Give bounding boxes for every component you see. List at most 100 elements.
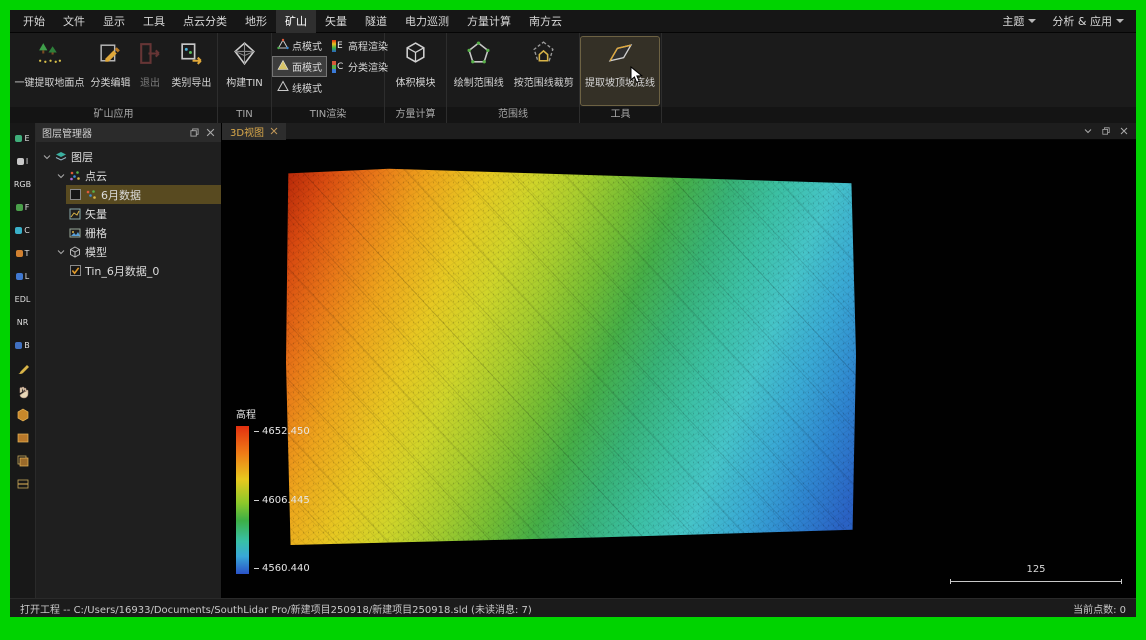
- elevation-legend: 高程 4652.450 4606.445 4560.440: [236, 406, 310, 574]
- ribbon-group-label-mine-apps: 矿山应用: [10, 107, 217, 123]
- chevron-down-icon[interactable]: [1084, 127, 1092, 135]
- menu-item-tunnel[interactable]: 隧道: [356, 10, 396, 33]
- ribbon-group-tools: 提取坡顶坡底线 工具: [580, 33, 662, 123]
- menu-item-tools[interactable]: 工具: [134, 10, 174, 33]
- clip-by-boundary-button[interactable]: 按范围线裁剪: [510, 35, 578, 107]
- menu-item-terrain[interactable]: 地形: [236, 10, 276, 33]
- chevron-down-icon[interactable]: [56, 172, 65, 180]
- menu-item-pointcloud-classify[interactable]: 点云分类: [174, 10, 236, 33]
- strip-item-b[interactable]: B: [10, 335, 35, 356]
- brush-tool-button[interactable]: [10, 358, 35, 379]
- viewport-3d[interactable]: 高程 4652.450 4606.445 4560.440 125: [222, 140, 1136, 598]
- strip-item-elevation[interactable]: E: [10, 128, 35, 149]
- elevation-render-label: 高程渲染: [348, 38, 388, 53]
- point-mode-button[interactable]: 点模式: [273, 36, 326, 55]
- extract-ground-points-button[interactable]: 一键提取地面点: [11, 35, 88, 107]
- close-view-icon[interactable]: [1120, 127, 1128, 135]
- elevation-icon-letter: E: [337, 40, 343, 52]
- tree-item-pointcloud[interactable]: 点云: [36, 166, 221, 185]
- stacked-box-icon: [16, 454, 30, 468]
- class-export-button[interactable]: 类别导出: [167, 35, 216, 107]
- ribbon-group-label-volume: 方量计算: [385, 107, 446, 123]
- menu-item-file[interactable]: 文件: [54, 10, 94, 33]
- tick-mark: [254, 431, 259, 432]
- menu-item-vector[interactable]: 矢量: [316, 10, 356, 33]
- close-tab-icon[interactable]: [270, 127, 278, 135]
- tree-item-tin-june[interactable]: Tin_6月数据_0: [36, 261, 221, 280]
- elevation-gradient-swatch: [332, 40, 336, 52]
- extract-slope-lines-button[interactable]: 提取坡顶坡底线: [581, 37, 659, 105]
- analysis-apps-dropdown[interactable]: 分析 & 应用: [1052, 13, 1124, 29]
- exit-icon: [136, 40, 163, 70]
- class-icon-letter: C: [337, 61, 343, 73]
- scale-bar: 125: [950, 564, 1122, 584]
- tree-item-model[interactable]: 模型: [36, 242, 221, 261]
- pointcloud-noise-texture: [286, 165, 856, 545]
- exit-label: 退出: [140, 74, 160, 89]
- tree-item-label: 栅格: [85, 225, 107, 241]
- layer-tree: 图层 点云 6月数据 矢量: [36, 142, 221, 280]
- menu-item-start[interactable]: 开始: [14, 10, 54, 33]
- strip-item-intensity[interactable]: I: [10, 151, 35, 172]
- menu-item-south-cloud[interactable]: 南方云: [520, 10, 571, 33]
- chevron-down-icon[interactable]: [56, 248, 65, 256]
- float-window-icon[interactable]: [1102, 127, 1110, 135]
- scale-bar-label: 125: [950, 564, 1122, 575]
- hand-icon: [16, 385, 30, 399]
- theme-dropdown[interactable]: 主题: [1002, 13, 1036, 29]
- line-mode-button[interactable]: 线模式: [273, 78, 326, 97]
- tick-mark: [254, 500, 259, 501]
- menu-item-power-survey[interactable]: 电力巡测: [396, 10, 458, 33]
- tree-item-june-data[interactable]: 6月数据: [36, 185, 221, 204]
- float-panel-icon[interactable]: [190, 128, 199, 137]
- view-tab-bar: 3D视图: [222, 123, 1136, 140]
- pan-tool-button[interactable]: [10, 381, 35, 402]
- pencil-edit-icon: [97, 40, 124, 70]
- menu-item-display[interactable]: 显示: [94, 10, 134, 33]
- box-tool-button-2[interactable]: [10, 427, 35, 448]
- volume-module-button[interactable]: 体积模块: [386, 35, 445, 107]
- scale-bar-line: [950, 579, 1122, 584]
- strip-item-edl[interactable]: EDL: [10, 289, 35, 310]
- analysis-label: 分析 & 应用: [1052, 13, 1112, 29]
- strip-label: RGB: [14, 180, 31, 189]
- strip-item-classification[interactable]: C: [10, 220, 35, 241]
- box-tool-button-1[interactable]: [10, 404, 35, 425]
- brush-icon: [16, 362, 30, 376]
- tree-item-vector[interactable]: 矢量: [36, 204, 221, 223]
- terrain-pointcloud-render[interactable]: [286, 165, 856, 545]
- tab-3d-view[interactable]: 3D视图: [222, 123, 286, 140]
- tree-item-raster[interactable]: 栅格: [36, 223, 221, 242]
- menu-item-volume-calc[interactable]: 方量计算: [458, 10, 520, 33]
- orange-box-icon: [16, 431, 30, 445]
- box-tool-button-3[interactable]: [10, 450, 35, 471]
- chevron-down-icon[interactable]: [42, 153, 51, 161]
- face-mode-button[interactable]: 面模式: [273, 57, 326, 76]
- menu-item-mine[interactable]: 矿山: [276, 10, 316, 33]
- selected-row-highlight: 6月数据: [66, 185, 221, 204]
- b-swatch-icon: [15, 342, 22, 349]
- tree-item-label: 矢量: [85, 206, 107, 222]
- class-render-button[interactable]: C 分类渲染: [328, 57, 383, 76]
- build-tin-button[interactable]: 构建TIN: [219, 35, 270, 107]
- chevron-down-icon: [1028, 19, 1036, 23]
- close-panel-icon[interactable]: [206, 128, 215, 137]
- strip-item-t[interactable]: T: [10, 243, 35, 264]
- strip-label: B: [24, 341, 30, 350]
- tree-item-layers[interactable]: 图层: [36, 147, 221, 166]
- tin-june-checkbox[interactable]: [70, 265, 81, 276]
- strip-label: I: [26, 157, 28, 166]
- strip-item-l[interactable]: L: [10, 266, 35, 287]
- extract-ground-label: 一键提取地面点: [14, 74, 84, 89]
- strip-item-nr[interactable]: NR: [10, 312, 35, 333]
- strip-item-f[interactable]: F: [10, 197, 35, 218]
- strip-item-rgb[interactable]: RGB: [10, 174, 35, 195]
- intensity-swatch-icon: [17, 158, 24, 165]
- classify-edit-button[interactable]: 分类编辑: [88, 35, 133, 107]
- elevation-render-button[interactable]: E 高程渲染: [328, 36, 383, 55]
- strip-label: T: [25, 249, 30, 258]
- june-data-checkbox[interactable]: [70, 189, 81, 200]
- draw-boundary-button[interactable]: 绘制范围线: [448, 35, 510, 107]
- strip-label: NR: [17, 318, 29, 327]
- box-tool-button-4[interactable]: [10, 473, 35, 494]
